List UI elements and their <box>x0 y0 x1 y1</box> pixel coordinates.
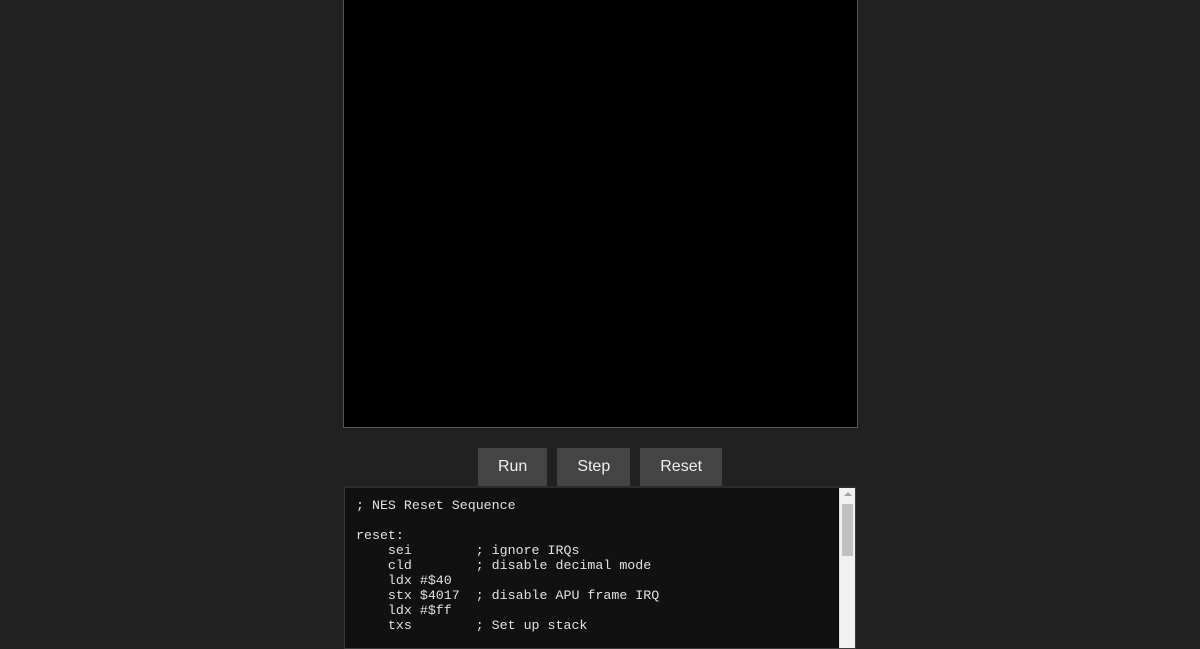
code-line: ; NES Reset Sequence <box>356 498 516 513</box>
code-line: sei ; ignore IRQs <box>356 543 580 558</box>
step-button[interactable]: Step <box>557 448 631 486</box>
reset-button[interactable]: Reset <box>640 448 723 486</box>
code-line: ldx #$ff <box>356 603 452 618</box>
control-bar: Run Step Reset <box>0 448 1200 486</box>
code-line: txs ; Set up stack <box>356 618 588 633</box>
scroll-up-arrow-icon[interactable] <box>844 492 852 496</box>
emulator-screen <box>343 0 858 428</box>
vertical-scrollbar[interactable] <box>839 488 855 648</box>
code-line: stx $4017 ; disable APU frame IRQ <box>356 588 660 603</box>
code-editor[interactable]: ; NES Reset Sequence reset: sei ; ignore… <box>344 486 856 649</box>
run-button[interactable]: Run <box>477 448 548 486</box>
code-line: reset: <box>356 528 404 543</box>
code-text[interactable]: ; NES Reset Sequence reset: sei ; ignore… <box>345 488 855 633</box>
code-line: ldx #$40 <box>356 573 452 588</box>
code-line: cld ; disable decimal mode <box>356 558 652 573</box>
scrollbar-thumb[interactable] <box>842 504 853 556</box>
